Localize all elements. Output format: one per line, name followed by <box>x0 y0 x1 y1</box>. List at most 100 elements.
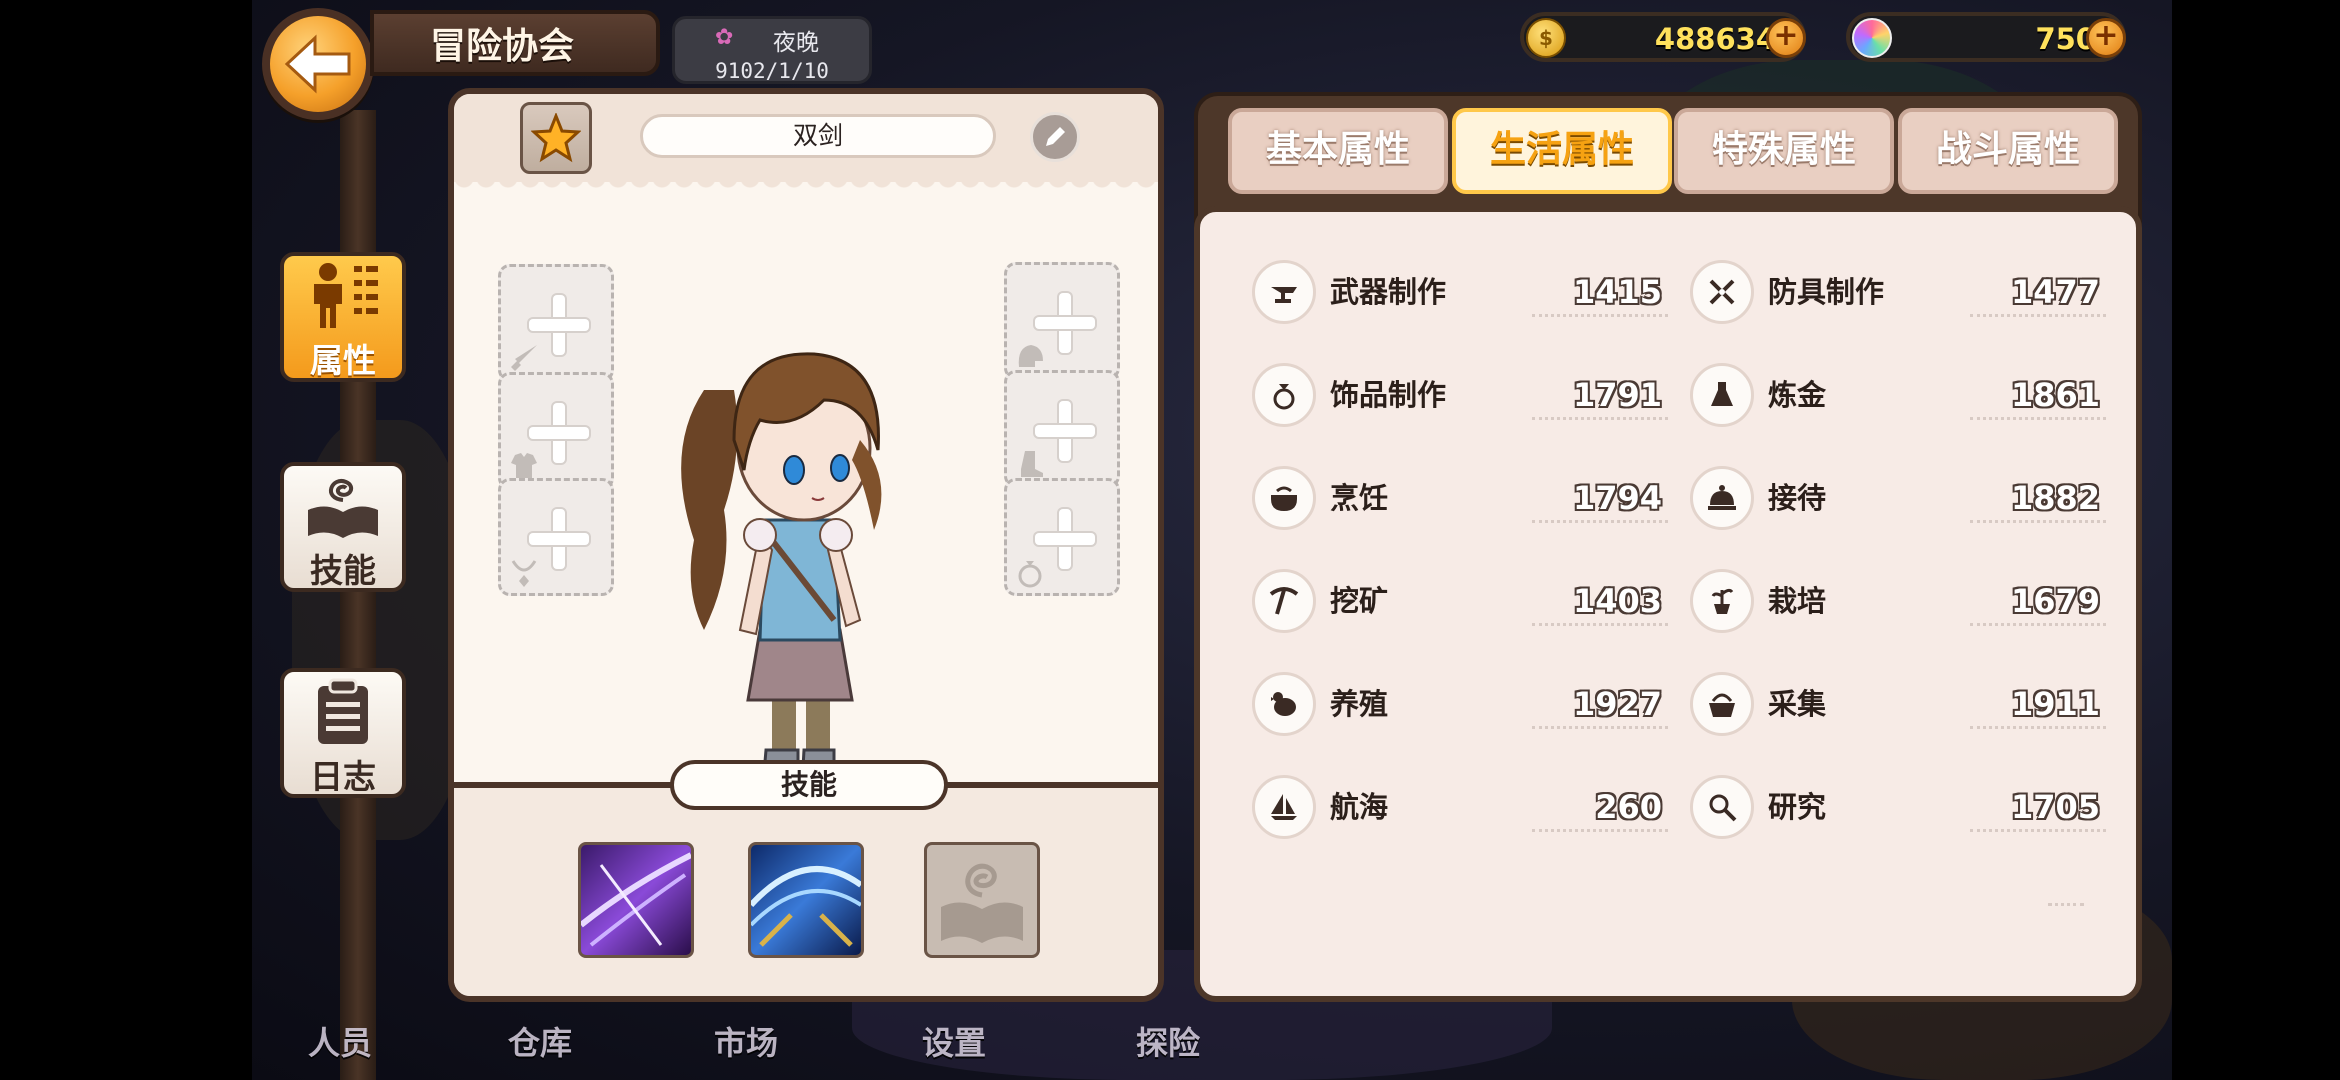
gold-amount: 488634 <box>1654 22 1776 56</box>
attribute-label-bg <box>1726 375 1966 417</box>
date-plate: ✿ 夜晚 9102/1/10 <box>672 16 872 84</box>
attribute-row: 防具制作 1477 <box>1690 260 2110 324</box>
attribute-value: 1794 <box>1572 479 1662 517</box>
attribute-row: 养殖 1927 <box>1252 672 1672 736</box>
chicken-icon <box>1252 672 1316 736</box>
sailboat-icon <box>1252 775 1316 839</box>
skill-slot-2[interactable] <box>748 842 864 958</box>
attribute-row: 航海 260 <box>1252 775 1672 839</box>
gold-coin-icon: $ <box>1526 18 1566 58</box>
title-plate: 冒险协会 <box>370 10 660 76</box>
attribute-row: 研究 1705 <box>1690 775 2110 839</box>
add-gold-button[interactable]: + <box>1766 18 1806 58</box>
gem-orb-icon <box>1852 18 1892 58</box>
gold-counter: $ 488634 + <box>1520 12 1806 62</box>
clipboard-icon <box>284 672 402 750</box>
attribute-label-bg <box>1726 478 1966 520</box>
attribute-value: 1911 <box>2010 685 2100 723</box>
attribute-value: 260 <box>1595 788 1662 826</box>
attribute-label-bg <box>1288 684 1528 726</box>
dotted-divider <box>1970 623 2106 626</box>
dotted-divider <box>1532 417 1668 420</box>
necklace-slot[interactable] <box>498 478 614 596</box>
attribute-row: 栽培 1679 <box>1690 569 2110 633</box>
attribute-label: 研究 <box>1768 790 1827 824</box>
helmet-slot[interactable] <box>1004 262 1120 380</box>
magnifier-icon <box>1690 775 1754 839</box>
attribute-label: 采集 <box>1768 687 1827 721</box>
weapon-slot[interactable] <box>498 264 614 382</box>
attribute-label: 炼金 <box>1768 378 1827 412</box>
side-tab-label: 日志 <box>310 757 376 796</box>
attribute-label: 接待 <box>1768 481 1827 515</box>
nav-settings[interactable]: 设置 <box>922 1018 986 1072</box>
nav-market[interactable]: 市场 <box>714 1018 778 1072</box>
night-flower-icon: ✿ <box>715 25 734 50</box>
character-name-field[interactable]: 双剑 <box>640 114 996 158</box>
boot-icon <box>1021 451 1043 477</box>
spellbook-icon <box>284 466 402 544</box>
character-panel: 双剑 技能 <box>448 88 1164 1002</box>
time-of-day: 夜晚 <box>773 30 819 56</box>
nav-explore[interactable]: 探险 <box>1136 1018 1200 1072</box>
dotted-divider <box>1970 520 2106 523</box>
dotted-divider <box>1532 314 1668 317</box>
dotted-divider <box>1532 726 1668 729</box>
tab-combat-attributes[interactable]: 战斗属性 <box>1898 108 2118 194</box>
dotted-divider <box>1532 520 1668 523</box>
add-gems-button[interactable]: + <box>2086 18 2126 58</box>
pickaxe-icon <box>1252 569 1316 633</box>
nav-staff[interactable]: 人员 <box>308 1018 372 1072</box>
attribute-label: 饰品制作 <box>1330 378 1447 412</box>
attribute-label: 挖矿 <box>1330 584 1389 618</box>
nav-warehouse[interactable]: 仓库 <box>508 1018 572 1072</box>
favorite-button[interactable] <box>520 102 592 174</box>
page-title: 冒险协会 <box>430 26 575 67</box>
attribute-label: 烹饪 <box>1330 481 1389 515</box>
attribute-label-bg <box>1288 581 1528 623</box>
skill-slot-empty[interactable] <box>924 842 1040 958</box>
attribute-row: 饰品制作 1791 <box>1252 363 1672 427</box>
ring-slot[interactable] <box>1004 478 1120 596</box>
tab-life-attributes[interactable]: 生活属性 <box>1452 108 1672 194</box>
star-icon <box>531 113 581 163</box>
attribute-row: 采集 1911 <box>1690 672 2110 736</box>
tab-special-attributes[interactable]: 特殊属性 <box>1674 108 1894 194</box>
attribute-label: 武器制作 <box>1330 275 1447 309</box>
skill-slot-1[interactable] <box>578 842 694 958</box>
game-date: 9102/1/10 <box>715 59 829 83</box>
attribute-value: 1791 <box>1572 376 1662 414</box>
gem-counter: 750 + <box>1846 12 2126 62</box>
boots-slot[interactable] <box>1004 370 1120 488</box>
attribute-label: 航海 <box>1330 790 1389 824</box>
character-stats-icon <box>284 256 402 334</box>
pencil-icon <box>1046 127 1065 146</box>
dotted-divider <box>1532 829 1668 832</box>
attribute-label: 栽培 <box>1768 584 1827 618</box>
attribute-row: 接待 1882 <box>1690 466 2110 530</box>
sword-icon <box>511 345 537 371</box>
dotted-divider <box>1970 314 2106 317</box>
attribute-value: 1705 <box>2010 788 2100 826</box>
armor-slot[interactable] <box>498 372 614 490</box>
side-tab-skills[interactable]: 技能 <box>280 462 406 592</box>
anvil-icon <box>1252 260 1316 324</box>
attribute-value: 1403 <box>1572 582 1662 620</box>
side-tab-attributes[interactable]: 属性 <box>280 252 406 382</box>
purple-slash-skill-icon <box>581 852 691 947</box>
attribute-value: 1882 <box>2010 479 2100 517</box>
tab-basic-attributes[interactable]: 基本属性 <box>1228 108 1448 194</box>
side-tab-log[interactable]: 日志 <box>280 668 406 798</box>
potted-plant-icon <box>1690 569 1754 633</box>
attribute-value: 1861 <box>2010 376 2100 414</box>
rename-button[interactable] <box>1030 112 1080 162</box>
attribute-value: 1927 <box>1572 685 1662 723</box>
gathering-basket-icon <box>1690 672 1754 736</box>
back-button[interactable] <box>262 8 374 120</box>
attribute-label: 养殖 <box>1330 687 1389 721</box>
attribute-value: 1415 <box>1572 273 1662 311</box>
necklace-icon <box>511 560 537 587</box>
attribute-row: 武器制作 1415 <box>1252 260 1672 324</box>
back-arrow-icon <box>284 34 351 94</box>
flask-icon <box>1690 363 1754 427</box>
